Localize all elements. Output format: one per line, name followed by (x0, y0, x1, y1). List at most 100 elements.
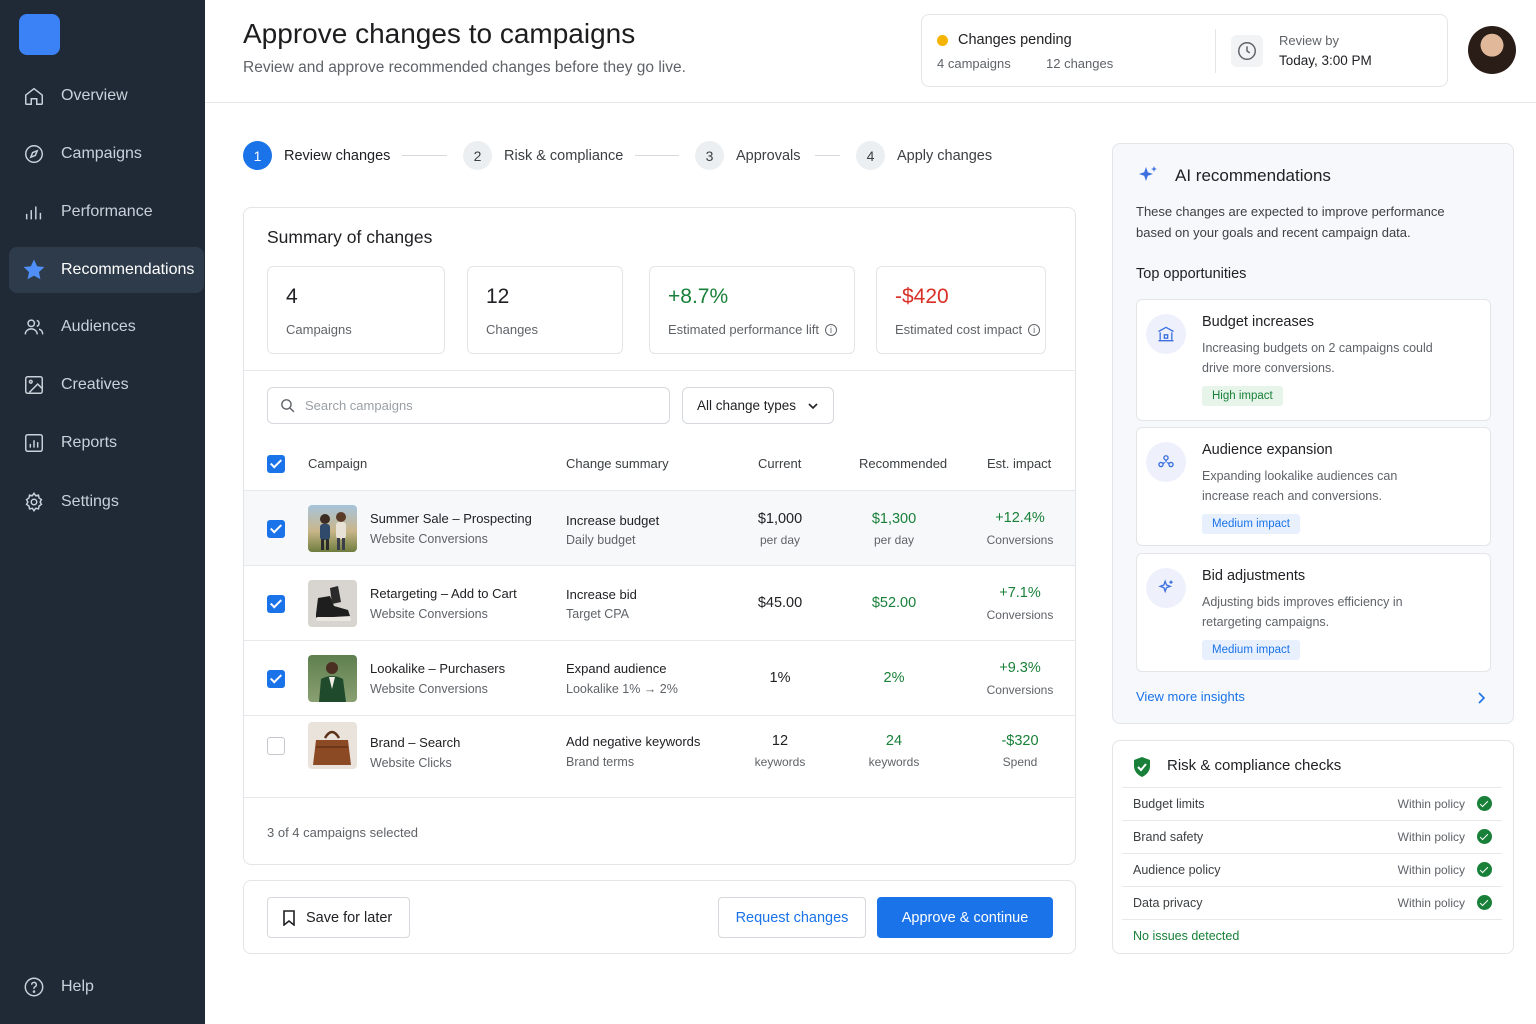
opportunity-card-bids[interactable]: Bid adjustments Adjusting bids improves … (1136, 553, 1491, 672)
nav-item-overview[interactable]: Overview (9, 73, 204, 119)
view-more-insights-link[interactable]: View more insights (1136, 689, 1245, 704)
search-input[interactable]: Search campaigns (267, 387, 670, 424)
save-for-later-button[interactable]: Save for later (267, 897, 410, 938)
row-checkbox[interactable] (267, 737, 285, 755)
review-by-value: Today, 3:00 PM (1279, 53, 1372, 68)
divider (244, 370, 1075, 371)
stat-label-text: Changes (486, 322, 539, 337)
pending-dot-icon (937, 35, 948, 46)
change-type-dropdown[interactable]: All change types (682, 387, 834, 424)
table-row[interactable]: Brand – Search Website Clicks Add negati… (244, 715, 1075, 790)
step-label: Risk & compliance (504, 147, 624, 164)
campaign-thumbnail (308, 722, 357, 769)
nav-item-help[interactable]: Help (9, 964, 204, 1010)
step-approvals[interactable]: 3 Approvals (695, 141, 800, 170)
top-opportunities-heading: Top opportunities (1136, 266, 1247, 282)
audience-network-icon (1146, 442, 1186, 482)
sparkle-icon (1146, 568, 1186, 608)
nav-item-settings[interactable]: Settings (9, 479, 204, 525)
campaign-thumbnail (308, 580, 357, 627)
change-detail: Daily budget (566, 533, 636, 547)
current-value: 12 (771, 733, 789, 749)
impact-badge: Medium impact (1202, 640, 1300, 660)
column-header-change-summary[interactable]: Change summary (566, 456, 669, 471)
nav-item-reports[interactable]: Reports (9, 420, 204, 466)
stat-label-text: Campaigns (286, 322, 352, 337)
row-checkbox[interactable] (267, 520, 285, 538)
chevron-down-icon (808, 403, 818, 410)
impact-value: +9.3% (999, 660, 1041, 676)
select-all-checkbox[interactable] (267, 455, 285, 473)
column-header-est-impact[interactable]: Est. impact (987, 456, 1051, 471)
table-row[interactable]: Summer Sale – Prospecting Website Conver… (244, 490, 1075, 565)
impact-metric: Conversions (986, 608, 1054, 622)
step-label: Apply changes (897, 147, 993, 164)
check-name: Data privacy (1133, 896, 1203, 910)
step-apply-changes[interactable]: 4 Apply changes (856, 141, 992, 170)
check-name: Brand safety (1133, 830, 1204, 844)
row-checkbox[interactable] (267, 595, 285, 613)
info-icon[interactable]: i (825, 323, 838, 336)
step-connector (402, 155, 447, 156)
column-header-recommended[interactable]: Recommended (859, 456, 947, 471)
nav-item-recommendations[interactable]: Recommendations (9, 247, 204, 293)
chevron-right-icon[interactable] (1476, 691, 1486, 705)
impact-metric: Spend (1002, 755, 1038, 769)
step-review-changes[interactable]: 1 Review changes (243, 141, 390, 170)
table-row[interactable]: Retargeting – Add to Cart Website Conver… (244, 565, 1075, 640)
nav-item-creatives[interactable]: Creatives (9, 362, 204, 408)
change-detail: Target CPA (566, 607, 629, 621)
check-name: Audience policy (1133, 863, 1221, 877)
step-risk-compliance[interactable]: 2 Risk & compliance (463, 141, 623, 170)
nav-label: Reports (61, 434, 118, 451)
step-label: Approvals (736, 147, 801, 164)
pending-title: Changes pending (958, 32, 1072, 48)
campaign-name[interactable]: Brand – Search (370, 735, 460, 750)
opportunity-title: Audience expansion (1202, 442, 1333, 458)
info-icon[interactable]: i (1028, 323, 1041, 336)
campaign-name[interactable]: Summer Sale – Prospecting (370, 511, 532, 526)
no-issues-text: No issues detected (1133, 929, 1240, 943)
compliance-row-budget-limits: Budget limits Within policy (1122, 787, 1502, 820)
people-icon (22, 315, 46, 339)
help-icon (22, 975, 46, 999)
table-row[interactable]: Lookalike – Purchasers Website Conversio… (244, 640, 1075, 715)
shield-check-icon (1134, 757, 1150, 777)
column-header-campaign[interactable]: Campaign (308, 456, 367, 471)
check-circle-icon (1477, 895, 1492, 910)
campaign-name[interactable]: Retargeting – Add to Cart (370, 586, 517, 601)
opportunity-description: Increasing budgets on 2 campaigns could … (1202, 341, 1433, 375)
step-number: 3 (695, 141, 724, 170)
page-subtitle: Review and approve recommended changes b… (243, 59, 686, 76)
column-header-current[interactable]: Current (758, 456, 801, 471)
divider (244, 797, 1075, 798)
opportunity-card-audience[interactable]: Audience expansion Expanding lookalike a… (1136, 427, 1491, 546)
step-connector (635, 155, 679, 156)
nav-item-performance[interactable]: Performance (9, 189, 204, 235)
star-icon (22, 258, 46, 282)
ai-panel-title: AI recommendations (1175, 166, 1331, 185)
bookmark-icon (283, 909, 295, 926)
stat-value: 4 (286, 285, 298, 308)
nav-label: Audiences (61, 318, 136, 335)
opportunity-card-budget[interactable]: Budget increases Increasing budgets on 2… (1136, 299, 1491, 421)
request-changes-button[interactable]: Request changes (718, 897, 866, 938)
check-name: Budget limits (1133, 797, 1205, 811)
avatar[interactable] (1468, 26, 1516, 74)
row-checkbox[interactable] (267, 670, 285, 688)
pending-changes: 12 changes (1046, 56, 1114, 71)
app-logo[interactable] (19, 14, 60, 55)
campaign-name[interactable]: Lookalike – Purchasers (370, 661, 505, 676)
nav-item-campaigns[interactable]: Campaigns (9, 131, 204, 177)
nav-item-audiences[interactable]: Audiences (9, 304, 204, 350)
recommended-unit: per day (873, 533, 915, 547)
sparkle-icon (1139, 166, 1157, 181)
stat-label: Estimated performance lift i (668, 322, 838, 337)
approve-continue-button[interactable]: Approve & continue (877, 897, 1053, 938)
nav-label: Help (61, 978, 94, 995)
check-circle-icon (1477, 829, 1492, 844)
recommended-unit: keywords (868, 755, 920, 769)
nav-label: Performance (61, 203, 153, 220)
campaign-thumbnail (308, 505, 357, 552)
action-bar: Save for later Request changes Approve &… (243, 880, 1076, 954)
